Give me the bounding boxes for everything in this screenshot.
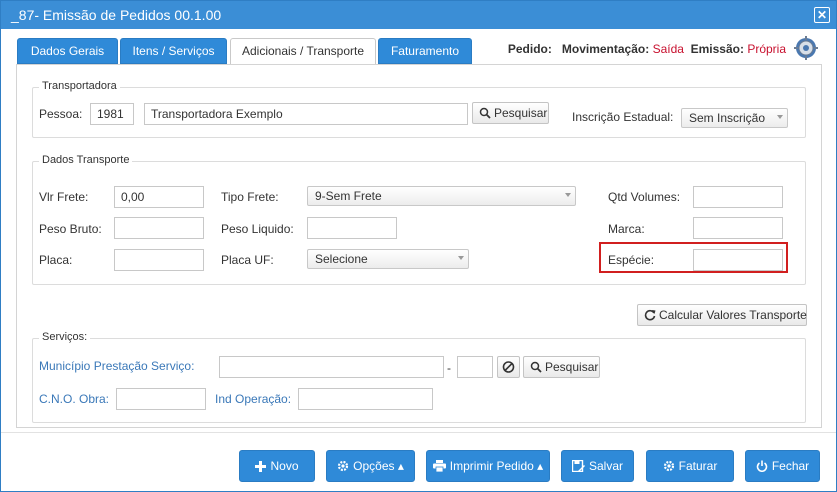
emissao-value: Própria (747, 42, 786, 56)
footer-divider (1, 432, 836, 433)
dash-separator: - (447, 361, 451, 375)
placa-uf-select[interactable]: Selecione (307, 249, 469, 269)
faturar-button[interactable]: Faturar (646, 450, 734, 482)
placa-uf-value: Selecione (315, 252, 368, 266)
close-window-button[interactable]: ✕ (814, 7, 830, 23)
servicos-group: Serviços: (32, 331, 806, 423)
peso-liquido-label: Peso Liquido: (221, 222, 294, 236)
tab-itens-servicos[interactable]: Itens / Serviços (120, 38, 227, 64)
pessoa-label: Pessoa: (39, 107, 83, 121)
chevron-down-icon (777, 115, 783, 119)
transportadora-legend: Transportadora (39, 80, 120, 92)
vlr-frete-field[interactable]: 0,00 (114, 186, 204, 208)
window-title: _87- Emissão de Pedidos 00.1.00 (11, 7, 222, 23)
inscricao-value: Sem Inscrição (689, 111, 766, 125)
emissao-label: Emissão: (690, 42, 744, 56)
placa-uf-label: Placa UF: (221, 253, 274, 267)
salvar-label: Salvar (588, 459, 623, 473)
especie-label: Espécie: (608, 253, 655, 267)
marca-field[interactable] (693, 217, 783, 239)
ban-icon (502, 361, 515, 373)
order-header-info: Pedido: Movimentação: Saída Emissão: Pró… (508, 42, 786, 56)
plus-icon (255, 461, 267, 472)
tab-faturamento[interactable]: Faturamento (378, 38, 472, 64)
close-icon: ✕ (816, 8, 828, 22)
especie-field[interactable] (693, 249, 783, 271)
servicos-legend: Serviços: (39, 331, 91, 343)
opcoes-label: Opções (353, 459, 395, 473)
faturar-label: Faturar (678, 459, 718, 473)
opcoes-button[interactable]: Opções ▴ (326, 450, 415, 482)
settings-gear-icon[interactable] (794, 36, 818, 60)
dados-transporte-legend: Dados Transporte (39, 154, 133, 166)
pessoa-code-field[interactable]: 1981 (90, 103, 134, 125)
tab-adicionais-transporte[interactable]: Adicionais / Transporte (230, 38, 376, 65)
peso-bruto-field[interactable] (114, 217, 204, 239)
refresh-icon (644, 309, 656, 321)
movimentacao-label: Movimentação: (561, 42, 650, 56)
peso-bruto-label: Peso Bruto: (39, 222, 102, 236)
pedido-label: Pedido: (507, 42, 552, 56)
imprimir-label: Imprimir Pedido (449, 459, 534, 473)
qtd-volumes-field[interactable] (693, 186, 783, 208)
novo-button[interactable]: Novo (239, 450, 315, 482)
power-icon (756, 460, 768, 472)
printer-icon (432, 460, 446, 473)
novo-label: Novo (270, 459, 299, 473)
calcular-button-label: Calcular Valores Transporte (659, 308, 807, 322)
tipo-frete-value: 9-Sem Frete (315, 189, 382, 203)
chevron-down-icon (565, 193, 571, 197)
cno-field[interactable] (116, 388, 206, 410)
placa-field[interactable] (114, 249, 204, 271)
tipo-frete-select[interactable]: 9-Sem Frete (307, 186, 576, 206)
calcular-valores-button[interactable]: Calcular Valores Transporte (637, 304, 807, 326)
fechar-button[interactable]: Fechar (745, 450, 820, 482)
ind-operacao-field[interactable] (298, 388, 433, 410)
vlr-frete-label: Vlr Frete: (39, 190, 89, 204)
municipio-label: Município Prestação Serviço: (39, 359, 195, 373)
marca-label: Marca: (608, 222, 645, 236)
inscricao-select[interactable]: Sem Inscrição (681, 108, 788, 128)
pessoa-name-field[interactable]: Transportadora Exemplo (144, 103, 468, 125)
qtd-volumes-label: Qtd Volumes: (608, 190, 681, 204)
gear-icon (663, 460, 674, 472)
movimentacao-value: Saída (652, 42, 684, 56)
search-button-label: Pesquisar (494, 106, 548, 120)
gear-icon (338, 460, 349, 472)
tipo-frete-label: Tipo Frete: (221, 190, 279, 204)
municipio-search-label: Pesquisar (545, 360, 599, 374)
peso-liquido-field[interactable] (307, 217, 397, 239)
municipio-field[interactable] (219, 356, 444, 378)
salvar-button[interactable]: Salvar (561, 450, 634, 482)
municipio-code-field[interactable] (457, 356, 493, 378)
fechar-label: Fechar (771, 459, 810, 473)
clear-municipio-button[interactable] (497, 356, 520, 378)
order-window: _87- Emissão de Pedidos 00.1.00 ✕ Dados … (0, 0, 837, 492)
search-icon (530, 361, 542, 373)
chevron-down-icon (458, 256, 464, 260)
cno-label: C.N.O. Obra: (39, 392, 110, 406)
inscricao-label: Inscrição Estadual: (572, 110, 674, 124)
search-icon (479, 107, 491, 119)
municipio-search-button[interactable]: Pesquisar (523, 356, 600, 378)
imprimir-pedido-button[interactable]: Imprimir Pedido ▴ (426, 450, 550, 482)
ind-operacao-label: Ind Operação: (215, 392, 292, 406)
tab-dados-gerais[interactable]: Dados Gerais (17, 38, 118, 64)
transportadora-search-button[interactable]: Pesquisar (472, 102, 549, 124)
save-edit-icon (571, 459, 585, 473)
window-titlebar: _87- Emissão de Pedidos 00.1.00 (1, 1, 836, 29)
placa-label: Placa: (39, 253, 73, 267)
